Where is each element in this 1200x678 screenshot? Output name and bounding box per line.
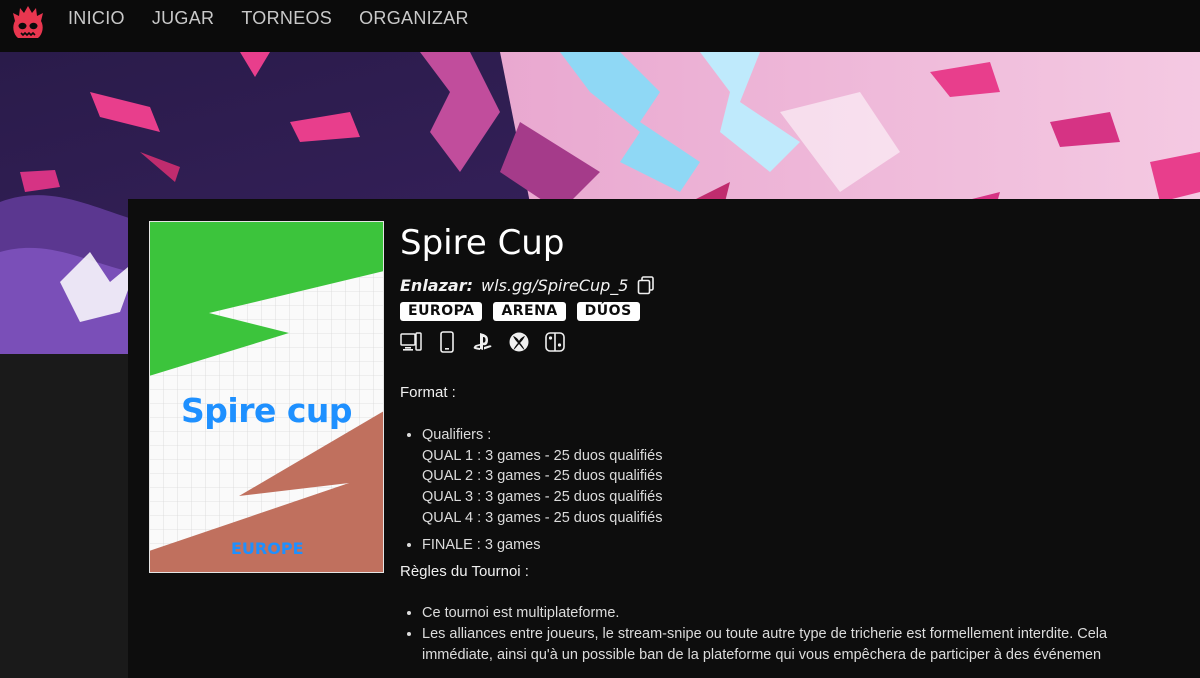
tag-mode: ARENA — [493, 302, 566, 321]
rules-list: Ce tournoi est multiplateforme. Les alli… — [400, 603, 1200, 665]
rules-heading: Règles du Tournoi : — [400, 562, 529, 580]
platform-icons — [400, 331, 566, 353]
tournament-link-row: Enlazar: wls.gg/SpireCup_5 — [400, 275, 656, 295]
xbox-icon — [509, 332, 529, 352]
qual-line: QUAL 3 : 3 games - 25 duos qualifiés — [422, 489, 663, 506]
qual-line: QUAL 2 : 3 games - 25 duos qualifiés — [422, 468, 663, 485]
tag-team-size: DÚOS — [576, 302, 640, 321]
qual-line: QUAL 1 : 3 games - 25 duos qualifiés — [422, 447, 663, 464]
nav-link-organizar[interactable]: ORGANIZAR — [359, 8, 469, 29]
list-item: FINALE : 3 games — [422, 535, 1200, 556]
tournament-description: Format : Qualifiers : QUAL 1 : 3 games -… — [400, 383, 1200, 666]
top-nav: INICIO JUGAR TORNEOS ORGANIZAR — [0, 0, 1200, 52]
left-sidebar-area — [0, 354, 128, 678]
qualifiers-label: Qualifiers : — [422, 426, 492, 443]
rule-text: Les alliances entre joueurs, le stream-s… — [422, 626, 1108, 643]
playstation-icon — [473, 333, 492, 350]
pc-console-icon — [400, 332, 422, 351]
tournament-cover: Spire cup EUROPE — [148, 220, 385, 574]
format-heading: Format : — [400, 384, 456, 401]
copy-icon[interactable] — [636, 275, 656, 295]
switch-icon — [545, 332, 565, 352]
cover-region: EUROPE — [231, 539, 304, 558]
nav-link-torneos[interactable]: TORNEOS — [241, 8, 332, 29]
list-item: Les alliances entre joueurs, le stream-s… — [422, 624, 1200, 666]
list-item: Qualifiers : QUAL 1 : 3 games - 25 duos … — [422, 425, 1200, 529]
nav-link-jugar[interactable]: JUGAR — [152, 8, 215, 29]
nav-links: INICIO JUGAR TORNEOS ORGANIZAR — [68, 8, 469, 29]
tournament-title: Spire Cup — [400, 223, 565, 263]
mobile-icon — [440, 331, 454, 353]
tournament-panel: Spire cup EUROPE Spire Cup Enlazar: wls.… — [128, 199, 1200, 678]
demon-logo-icon[interactable] — [8, 4, 48, 44]
nav-link-inicio[interactable]: INICIO — [68, 8, 125, 29]
rule-text: immédiate, ainsi qu'à un possible ban de… — [422, 646, 1102, 663]
format-list: Qualifiers : QUAL 1 : 3 games - 25 duos … — [400, 425, 1200, 556]
tag-region: EUROPA — [400, 302, 483, 321]
tournament-link[interactable]: wls.gg/SpireCup_5 — [481, 276, 628, 295]
qual-line: QUAL 4 : 3 games - 25 duos qualifiés — [422, 509, 663, 526]
link-label: Enlazar: — [400, 275, 473, 295]
cover-title: Spire cup — [181, 391, 353, 430]
list-item: Ce tournoi est multiplateforme. — [422, 603, 1200, 624]
finale-line: FINALE : 3 games — [422, 536, 541, 553]
tournament-tags: EUROPA ARENA DÚOS — [400, 302, 640, 321]
